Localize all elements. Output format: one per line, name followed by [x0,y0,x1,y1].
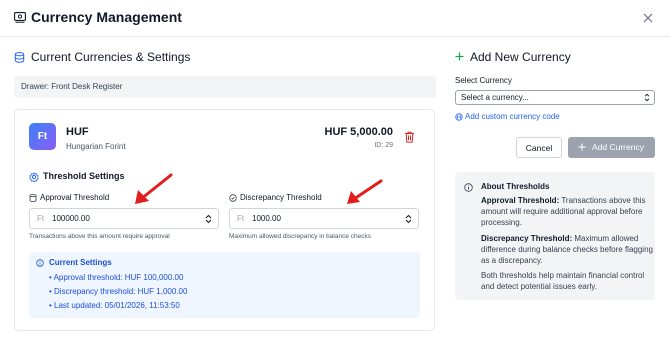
discrepancy-threshold-input[interactable]: Ft 1000.00 [229,208,419,229]
currency-id: ID: 29 [374,142,393,149]
banknote-icon [14,12,26,23]
about-approval-bold: Approval Threshold: [481,196,560,205]
threshold-settings-title: Threshold Settings [43,171,125,181]
approval-threshold-help: Transactions above this amount require a… [29,233,170,240]
discrepancy-threshold-help: Maximum allowed discrepancy in balance c… [229,233,371,240]
currency-prefix: Ft [37,214,45,223]
about-discrepancy-text: Discrepancy Threshold: Maximum allowed d… [481,233,653,266]
database-icon [29,194,37,202]
current-settings-title: Current Settings [49,258,112,267]
spinner-icon[interactable] [405,214,412,224]
cancel-button[interactable]: Cancel [516,137,562,158]
approval-threshold-value: 100000.00 [52,214,90,223]
modal-header: Currency Management [0,0,670,37]
currency-select[interactable]: Select a currency... [455,90,655,105]
currency-select-value: Select a currency... [461,93,529,102]
close-icon[interactable] [640,10,656,26]
drawer-label: Drawer: Front Desk Register [14,76,436,98]
approval-threshold-input[interactable]: Ft 100000.00 [29,208,219,229]
current-settings-line: • Discrepancy threshold: HUF 1,000.00 [49,287,188,296]
about-thresholds-title: About Thresholds [481,182,550,191]
about-approval-text: Approval Threshold: Transactions above t… [481,195,653,228]
current-settings-line: • Last updated: 05/01/2026, 11:53:50 [49,301,180,310]
add-currency-title: Add New Currency [470,50,571,64]
currency-amount: HUF 5,000.00 [324,126,393,138]
currency-prefix: Ft [237,214,245,223]
current-currencies-title: Current Currencies & Settings [31,50,191,64]
database-icon [14,52,25,63]
discrepancy-threshold-label: Discrepancy Threshold [240,193,322,202]
plus-icon [455,52,464,61]
currency-name: Hungarian Forint [66,142,126,151]
shield-check-icon [229,194,237,202]
info-icon [464,183,473,192]
info-icon [36,259,44,267]
current-settings-line: • Approval threshold: HUF 100,000.00 [49,273,184,282]
about-footer-text: Both thresholds help maintain financial … [481,271,645,291]
approval-threshold-label: Approval Threshold [40,193,110,202]
add-currency-button-label: Add Currency [592,142,644,152]
modal-title: Currency Management [31,9,182,25]
settings-icon [29,172,39,182]
globe-icon [455,113,463,121]
currency-badge: Ft [29,123,56,150]
trash-icon[interactable] [404,131,415,143]
discrepancy-threshold-value: 1000.00 [252,214,281,223]
chevron-updown-icon [644,93,650,102]
currency-code: HUF [66,126,89,138]
add-currency-button[interactable]: Add Currency [568,137,655,158]
about-discrepancy-bold: Discrepancy Threshold: [481,234,573,243]
plus-icon [578,143,586,151]
select-currency-label: Select Currency [455,76,512,85]
add-custom-currency-link[interactable]: Add custom currency code [465,112,560,121]
spinner-icon[interactable] [205,214,212,224]
